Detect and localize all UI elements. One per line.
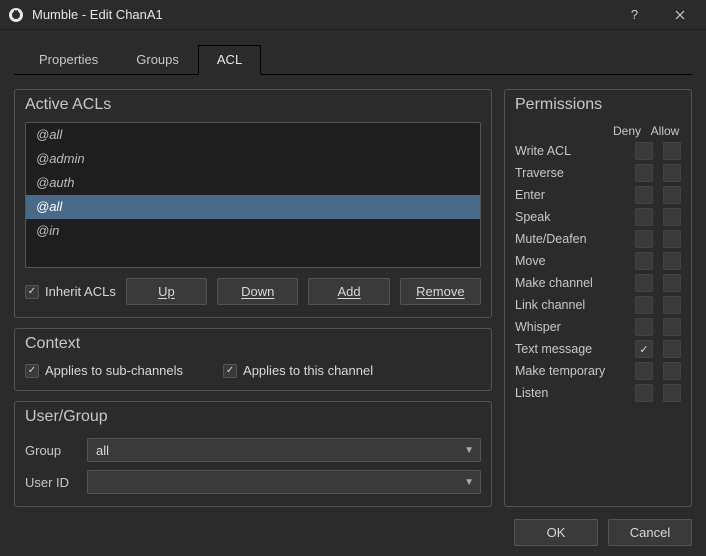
checkbox-icon: ✓ bbox=[223, 364, 237, 378]
context-group: Context ✓ Applies to sub-channels ✓ Appl… bbox=[14, 328, 492, 391]
permission-row: Enter bbox=[515, 186, 681, 204]
permission-row: Whisper bbox=[515, 318, 681, 336]
user-group-group: User/Group Group all ▼ User ID ▼ bbox=[14, 401, 492, 507]
permission-deny-checkbox[interactable] bbox=[635, 274, 653, 292]
permission-label: Enter bbox=[515, 188, 625, 202]
permission-deny-checkbox[interactable] bbox=[635, 296, 653, 314]
permission-allow-checkbox[interactable] bbox=[663, 274, 681, 292]
close-button[interactable] bbox=[657, 0, 702, 30]
inherit-acls-label: Inherit ACLs bbox=[45, 284, 116, 299]
chevron-down-icon: ▼ bbox=[464, 477, 474, 488]
tab-properties[interactable]: Properties bbox=[20, 45, 117, 75]
permission-label: Link channel bbox=[515, 298, 625, 312]
permission-label: Text message bbox=[515, 342, 625, 356]
permission-deny-checkbox[interactable] bbox=[635, 252, 653, 270]
permission-row: Text message ✓ bbox=[515, 340, 681, 358]
permission-deny-checkbox[interactable] bbox=[635, 208, 653, 226]
permission-allow-checkbox[interactable] bbox=[663, 318, 681, 336]
permission-allow-checkbox[interactable] bbox=[663, 186, 681, 204]
help-button[interactable]: ? bbox=[612, 0, 657, 30]
tab-acl[interactable]: ACL bbox=[198, 45, 261, 75]
acl-list-item[interactable]: @all bbox=[26, 195, 480, 219]
acl-list-item[interactable]: @admin bbox=[26, 147, 480, 171]
acl-list-item[interactable]: @auth bbox=[26, 171, 480, 195]
cancel-button[interactable]: Cancel bbox=[608, 519, 692, 546]
group-combo[interactable]: all ▼ bbox=[87, 438, 481, 462]
permission-deny-checkbox[interactable] bbox=[635, 142, 653, 160]
chevron-down-icon: ▼ bbox=[464, 445, 474, 456]
permission-row: Link channel bbox=[515, 296, 681, 314]
permission-row: Traverse bbox=[515, 164, 681, 182]
down-button[interactable]: Down bbox=[217, 278, 298, 305]
permission-allow-checkbox[interactable] bbox=[663, 296, 681, 314]
window-title: Mumble - Edit ChanA1 bbox=[32, 7, 163, 22]
group-combo-value: all bbox=[96, 443, 109, 458]
app-icon bbox=[8, 7, 24, 23]
permissions-group: Permissions Deny Allow Write ACL Traverse… bbox=[504, 89, 692, 507]
remove-button[interactable]: Remove bbox=[400, 278, 481, 305]
permission-row: Speak bbox=[515, 208, 681, 226]
permission-label: Make channel bbox=[515, 276, 625, 290]
permission-allow-checkbox[interactable] bbox=[663, 340, 681, 358]
permission-allow-checkbox[interactable] bbox=[663, 208, 681, 226]
permission-row: Make temporary bbox=[515, 362, 681, 380]
user-id-combo[interactable]: ▼ bbox=[87, 470, 481, 494]
permission-deny-checkbox[interactable] bbox=[635, 230, 653, 248]
permission-allow-checkbox[interactable] bbox=[663, 164, 681, 182]
permission-label: Whisper bbox=[515, 320, 625, 334]
active-acls-group: Active ACLs @all@admin@auth@all@in ✓ Inh… bbox=[14, 89, 492, 318]
ok-button[interactable]: OK bbox=[514, 519, 598, 546]
permission-deny-checkbox[interactable] bbox=[635, 318, 653, 336]
checkbox-icon: ✓ bbox=[25, 285, 39, 299]
acl-list[interactable]: @all@admin@auth@all@in bbox=[25, 122, 481, 268]
applies-this-label: Applies to this channel bbox=[243, 363, 373, 378]
permission-allow-checkbox[interactable] bbox=[663, 230, 681, 248]
permission-label: Move bbox=[515, 254, 625, 268]
up-button[interactable]: Up bbox=[126, 278, 207, 305]
permission-row: Mute/Deafen bbox=[515, 230, 681, 248]
permission-label: Mute/Deafen bbox=[515, 232, 625, 246]
permission-allow-checkbox[interactable] bbox=[663, 142, 681, 160]
permission-allow-checkbox[interactable] bbox=[663, 252, 681, 270]
tab-bar: Properties Groups ACL bbox=[14, 44, 692, 75]
permission-label: Write ACL bbox=[515, 144, 625, 158]
user-id-label: User ID bbox=[25, 475, 77, 490]
user-group-title: User/Group bbox=[25, 408, 481, 426]
permission-row: Make channel bbox=[515, 274, 681, 292]
allow-header: Allow bbox=[649, 124, 681, 138]
permission-row: Move bbox=[515, 252, 681, 270]
permission-deny-checkbox[interactable] bbox=[635, 186, 653, 204]
permission-deny-checkbox[interactable] bbox=[635, 362, 653, 380]
permission-deny-checkbox[interactable]: ✓ bbox=[635, 340, 653, 358]
context-title: Context bbox=[25, 335, 481, 353]
inherit-acls-checkbox[interactable]: ✓ Inherit ACLs bbox=[25, 284, 116, 299]
checkbox-icon: ✓ bbox=[25, 364, 39, 378]
permission-label: Make temporary bbox=[515, 364, 625, 378]
permission-label: Listen bbox=[515, 386, 625, 400]
group-label: Group bbox=[25, 443, 77, 458]
applies-this-checkbox[interactable]: ✓ Applies to this channel bbox=[223, 363, 373, 378]
permission-allow-checkbox[interactable] bbox=[663, 362, 681, 380]
acl-list-item[interactable]: @all bbox=[26, 123, 480, 147]
add-button[interactable]: Add bbox=[308, 278, 389, 305]
permission-row: Listen bbox=[515, 384, 681, 402]
permission-allow-checkbox[interactable] bbox=[663, 384, 681, 402]
permission-label: Traverse bbox=[515, 166, 625, 180]
permissions-title: Permissions bbox=[515, 96, 681, 114]
permission-deny-checkbox[interactable] bbox=[635, 384, 653, 402]
active-acls-title: Active ACLs bbox=[25, 96, 481, 114]
permission-label: Speak bbox=[515, 210, 625, 224]
tab-groups[interactable]: Groups bbox=[117, 45, 198, 75]
applies-sub-label: Applies to sub-channels bbox=[45, 363, 183, 378]
deny-header: Deny bbox=[611, 124, 643, 138]
acl-list-item[interactable]: @in bbox=[26, 219, 480, 243]
permission-row: Write ACL bbox=[515, 142, 681, 160]
applies-sub-checkbox[interactable]: ✓ Applies to sub-channels bbox=[25, 363, 183, 378]
permission-deny-checkbox[interactable] bbox=[635, 164, 653, 182]
titlebar: Mumble - Edit ChanA1 ? bbox=[0, 0, 706, 30]
